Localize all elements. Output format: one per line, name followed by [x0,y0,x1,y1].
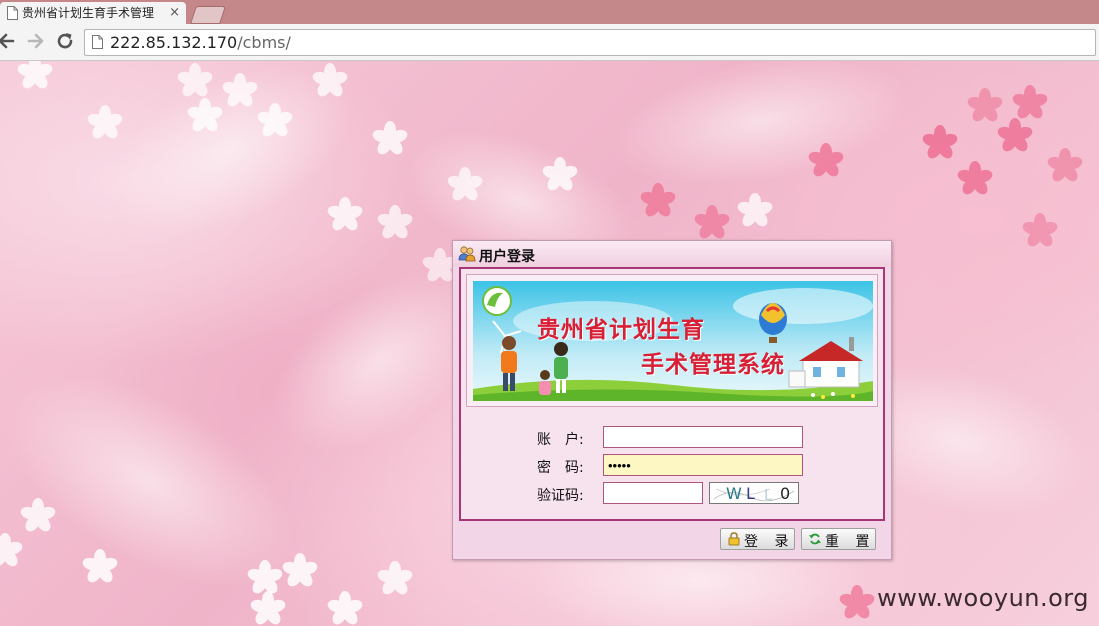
banner-title-line1: 贵州省计划生育 [537,317,705,343]
login-button-label: 登 录 [744,534,795,550]
page-icon [92,35,103,49]
browser-tab[interactable]: 贵州省计划生育手术管理 × [0,2,186,24]
address-bar[interactable]: 222.85.132.170/cbms/ [84,29,1096,56]
users-icon [458,246,476,262]
url-text: 222.85.132.170/cbms/ [110,33,291,53]
forward-icon[interactable] [24,30,46,52]
dialog-title: 用户登录 [479,249,535,265]
banner-title-line2: 手术管理系统 [641,352,785,378]
page-icon [7,6,18,20]
account-label: 账 户: [537,432,584,448]
svg-text:L: L [764,486,773,503]
url-host: 222.85.132.170 [110,33,238,52]
new-tab-button[interactable] [190,6,226,24]
captcha-row: 验证码: W L L 0 [461,482,883,506]
login-dialog: 用户登录 贵州省计划生育 手术管理系统 账 户: 密 码: ••••• 验证码:… [452,240,892,560]
back-icon[interactable] [0,30,18,52]
password-label: 密 码: [537,460,584,476]
captcha-graphic: W L L 0 [713,484,795,504]
system-banner: 贵州省计划生育 手术管理系统 [473,281,873,401]
lock-icon [728,532,740,546]
password-input[interactable] [603,454,803,476]
url-path: /cbms/ [237,33,291,52]
reload-icon[interactable] [54,30,76,52]
svg-text:0: 0 [780,484,790,503]
watermark-text: www.wooyun.org [877,584,1089,612]
tab-title: 贵州省计划生育手术管理 [22,6,155,20]
banner-frame: 贵州省计划生育 手术管理系统 [466,274,878,407]
browser-toolbar: 222.85.132.170/cbms/ [0,24,1099,61]
reset-button[interactable]: 重 置 [801,528,876,550]
refresh-icon [809,533,821,545]
account-input[interactable] [603,426,803,448]
captcha-image[interactable]: W L L 0 [709,482,799,504]
reset-button-label: 重 置 [825,534,876,550]
login-form-panel: 贵州省计划生育 手术管理系统 账 户: 密 码: 验证码: W L L 0 [459,267,885,521]
captcha-input[interactable] [603,482,703,504]
captcha-label: 验证码: [537,488,584,504]
svg-text:W: W [726,484,742,503]
account-row: 账 户: [461,426,883,450]
password-row: 密 码: [461,454,883,478]
dialog-header: 用户登录 [453,241,891,267]
login-button[interactable]: 登 录 [720,528,795,550]
browser-tab-bar: 贵州省计划生育手术管理 × [0,0,1099,24]
close-icon[interactable]: × [169,5,180,21]
svg-text:L: L [746,484,755,503]
